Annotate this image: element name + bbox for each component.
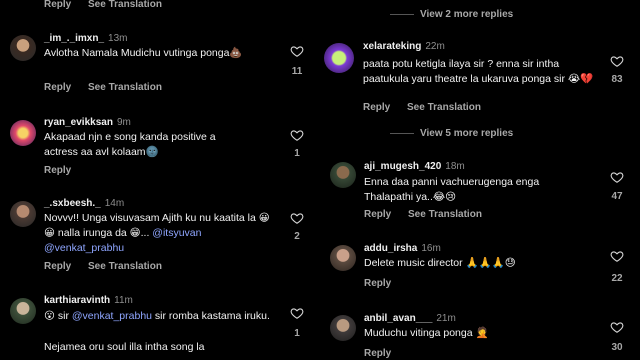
comment-actions: Reply — [364, 278, 405, 289]
mention-link[interactable]: @venkat_prabhu — [72, 310, 152, 322]
username[interactable]: addu_irsha — [364, 243, 417, 254]
like-count: 22 — [611, 273, 623, 284]
mention-link[interactable]: @itsyuvan — [152, 227, 201, 239]
comment-actions: Reply See Translation — [363, 102, 495, 113]
comment-text: Novvv!! Unga visuvasam Ajith ku nu kaati… — [44, 211, 280, 256]
comment-header: addu_irsha 16m — [364, 243, 441, 254]
comment-header: _im_._imxn_ 13m — [44, 33, 128, 44]
heart-icon[interactable] — [290, 44, 304, 58]
see-translation-button[interactable]: See Translation — [88, 82, 162, 93]
comments-column-left: Reply See Translation _im_._imxn_ 13m Avl… — [0, 0, 320, 360]
heart-icon[interactable] — [290, 128, 304, 142]
comment-text: Enna daa panni vachuerugenga enga Thalap… — [364, 176, 540, 203]
like-count: 1 — [294, 148, 300, 159]
avatar[interactable] — [330, 315, 356, 341]
comment-actions: Reply — [364, 348, 405, 359]
timestamp: 13m — [108, 33, 128, 44]
comment-text: Delete music director 🙏🙏🙏😓 — [364, 257, 516, 269]
avatar[interactable] — [10, 201, 36, 227]
comment-item: _.sxbeesh._ 14m Novvv!! Unga visuvasam Aj… — [0, 195, 320, 275]
comment-item: ryan_evikksan 9m Akapaad njn e song kanda… — [0, 114, 320, 184]
comment-item: anbil_avan___ 21m Muduchu vitinga ponga 🤦… — [320, 312, 640, 360]
timestamp: 22m — [425, 41, 445, 52]
avatar[interactable] — [10, 298, 36, 324]
comment-header: karthiaravinth 11m — [44, 295, 133, 306]
like-count: 47 — [611, 191, 623, 202]
comment-item: addu_irsha 16m Delete music director 🙏🙏🙏😓… — [320, 241, 640, 296]
like-count: 83 — [611, 74, 623, 85]
heart-icon[interactable] — [610, 320, 624, 334]
comment-text-continued: Nejamea oru soul illa intha song la — [44, 341, 205, 353]
comment-item: xelarateking 22m paata potu ketigla ilaya… — [320, 40, 640, 120]
heart-icon[interactable] — [290, 306, 304, 320]
avatar[interactable] — [10, 35, 36, 61]
comment-text: Muduchu vitinga ponga 🤦 — [364, 327, 489, 339]
comment-text: Avlotha Namala Mudichu vutinga ponga💩 — [44, 47, 243, 59]
heart-icon[interactable] — [610, 249, 624, 263]
username[interactable]: xelarateking — [363, 41, 421, 52]
heart-icon[interactable] — [610, 54, 624, 68]
comment-actions: Reply See Translation — [44, 261, 176, 272]
timestamp: 18m — [445, 161, 465, 172]
username[interactable]: _im_._imxn_ — [44, 33, 104, 44]
comment-actions: Reply — [44, 165, 85, 176]
timestamp: 9m — [116, 117, 131, 128]
comment-item: _im_._imxn_ 13m Avlotha Namala Mudichu vu… — [0, 32, 320, 102]
comment-actions: Reply See Translation — [44, 82, 176, 93]
mention-link[interactable]: @venkat_prabhu — [44, 242, 124, 254]
comment-item: aji_mugesh_420 18m Enna daa panni vachuer… — [320, 160, 640, 230]
heart-icon[interactable] — [610, 170, 624, 184]
username[interactable]: ryan_evikksan — [44, 117, 113, 128]
timestamp: 11m — [114, 295, 133, 306]
see-translation-button[interactable]: See Translation — [88, 0, 162, 10]
comment-text: paata potu ketigla ilaya sir ? enna sir … — [363, 58, 594, 85]
reply-button[interactable]: Reply — [44, 0, 71, 10]
comment-actions: Reply See Translation — [364, 209, 496, 220]
see-translation-button[interactable]: See Translation — [408, 209, 482, 220]
like-count: 2 — [294, 231, 300, 242]
comment-header: xelarateking 22m — [363, 41, 445, 52]
avatar[interactable] — [330, 162, 356, 188]
comment-header: aji_mugesh_420 18m — [364, 161, 465, 172]
comment-header: ryan_evikksan 9m — [44, 117, 131, 128]
reply-button[interactable]: Reply — [364, 209, 391, 220]
comment-text: 😮 sir @venkat_prabhu sir romba kastama i… — [44, 310, 270, 322]
timestamp: 14m — [104, 198, 125, 209]
username[interactable]: _.sxbeesh._ — [44, 198, 101, 209]
username[interactable]: anbil_avan___ — [364, 313, 432, 324]
comment-header: anbil_avan___ 21m — [364, 313, 456, 324]
comment-text: Akapaad njn e song kanda positive a actr… — [44, 131, 216, 158]
reply-button[interactable]: Reply — [364, 348, 391, 359]
reply-button[interactable]: Reply — [364, 278, 391, 289]
reply-button[interactable]: Reply — [44, 165, 71, 176]
like-count: 30 — [611, 342, 623, 353]
username[interactable]: karthiaravinth — [44, 295, 110, 306]
comment-header: _.sxbeesh._ 14m — [44, 198, 124, 209]
timestamp: 21m — [436, 313, 456, 324]
username[interactable]: aji_mugesh_420 — [364, 161, 441, 172]
avatar[interactable] — [330, 245, 356, 271]
reply-button[interactable]: Reply — [44, 82, 71, 93]
comments-column-right: View 2 more replies xelarateking 22m paat… — [320, 0, 640, 360]
reply-button[interactable]: Reply — [363, 102, 390, 113]
timestamp: 16m — [421, 243, 441, 254]
see-translation-button[interactable]: See Translation — [88, 261, 162, 272]
see-translation-button[interactable]: See Translation — [407, 102, 481, 113]
like-count: 11 — [291, 66, 303, 77]
view-more-replies-button[interactable]: View 5 more replies — [390, 128, 513, 139]
comment-item: karthiaravinth 11m 😮 sir @venkat_prabhu s… — [0, 292, 320, 360]
view-more-replies-button[interactable]: View 2 more replies — [390, 9, 513, 20]
avatar[interactable] — [324, 43, 354, 73]
comment-actions-top: Reply See Translation — [44, 0, 176, 10]
reply-button[interactable]: Reply — [44, 261, 71, 272]
like-count: 1 — [294, 328, 300, 339]
avatar[interactable] — [10, 120, 36, 146]
heart-icon[interactable] — [290, 211, 304, 225]
